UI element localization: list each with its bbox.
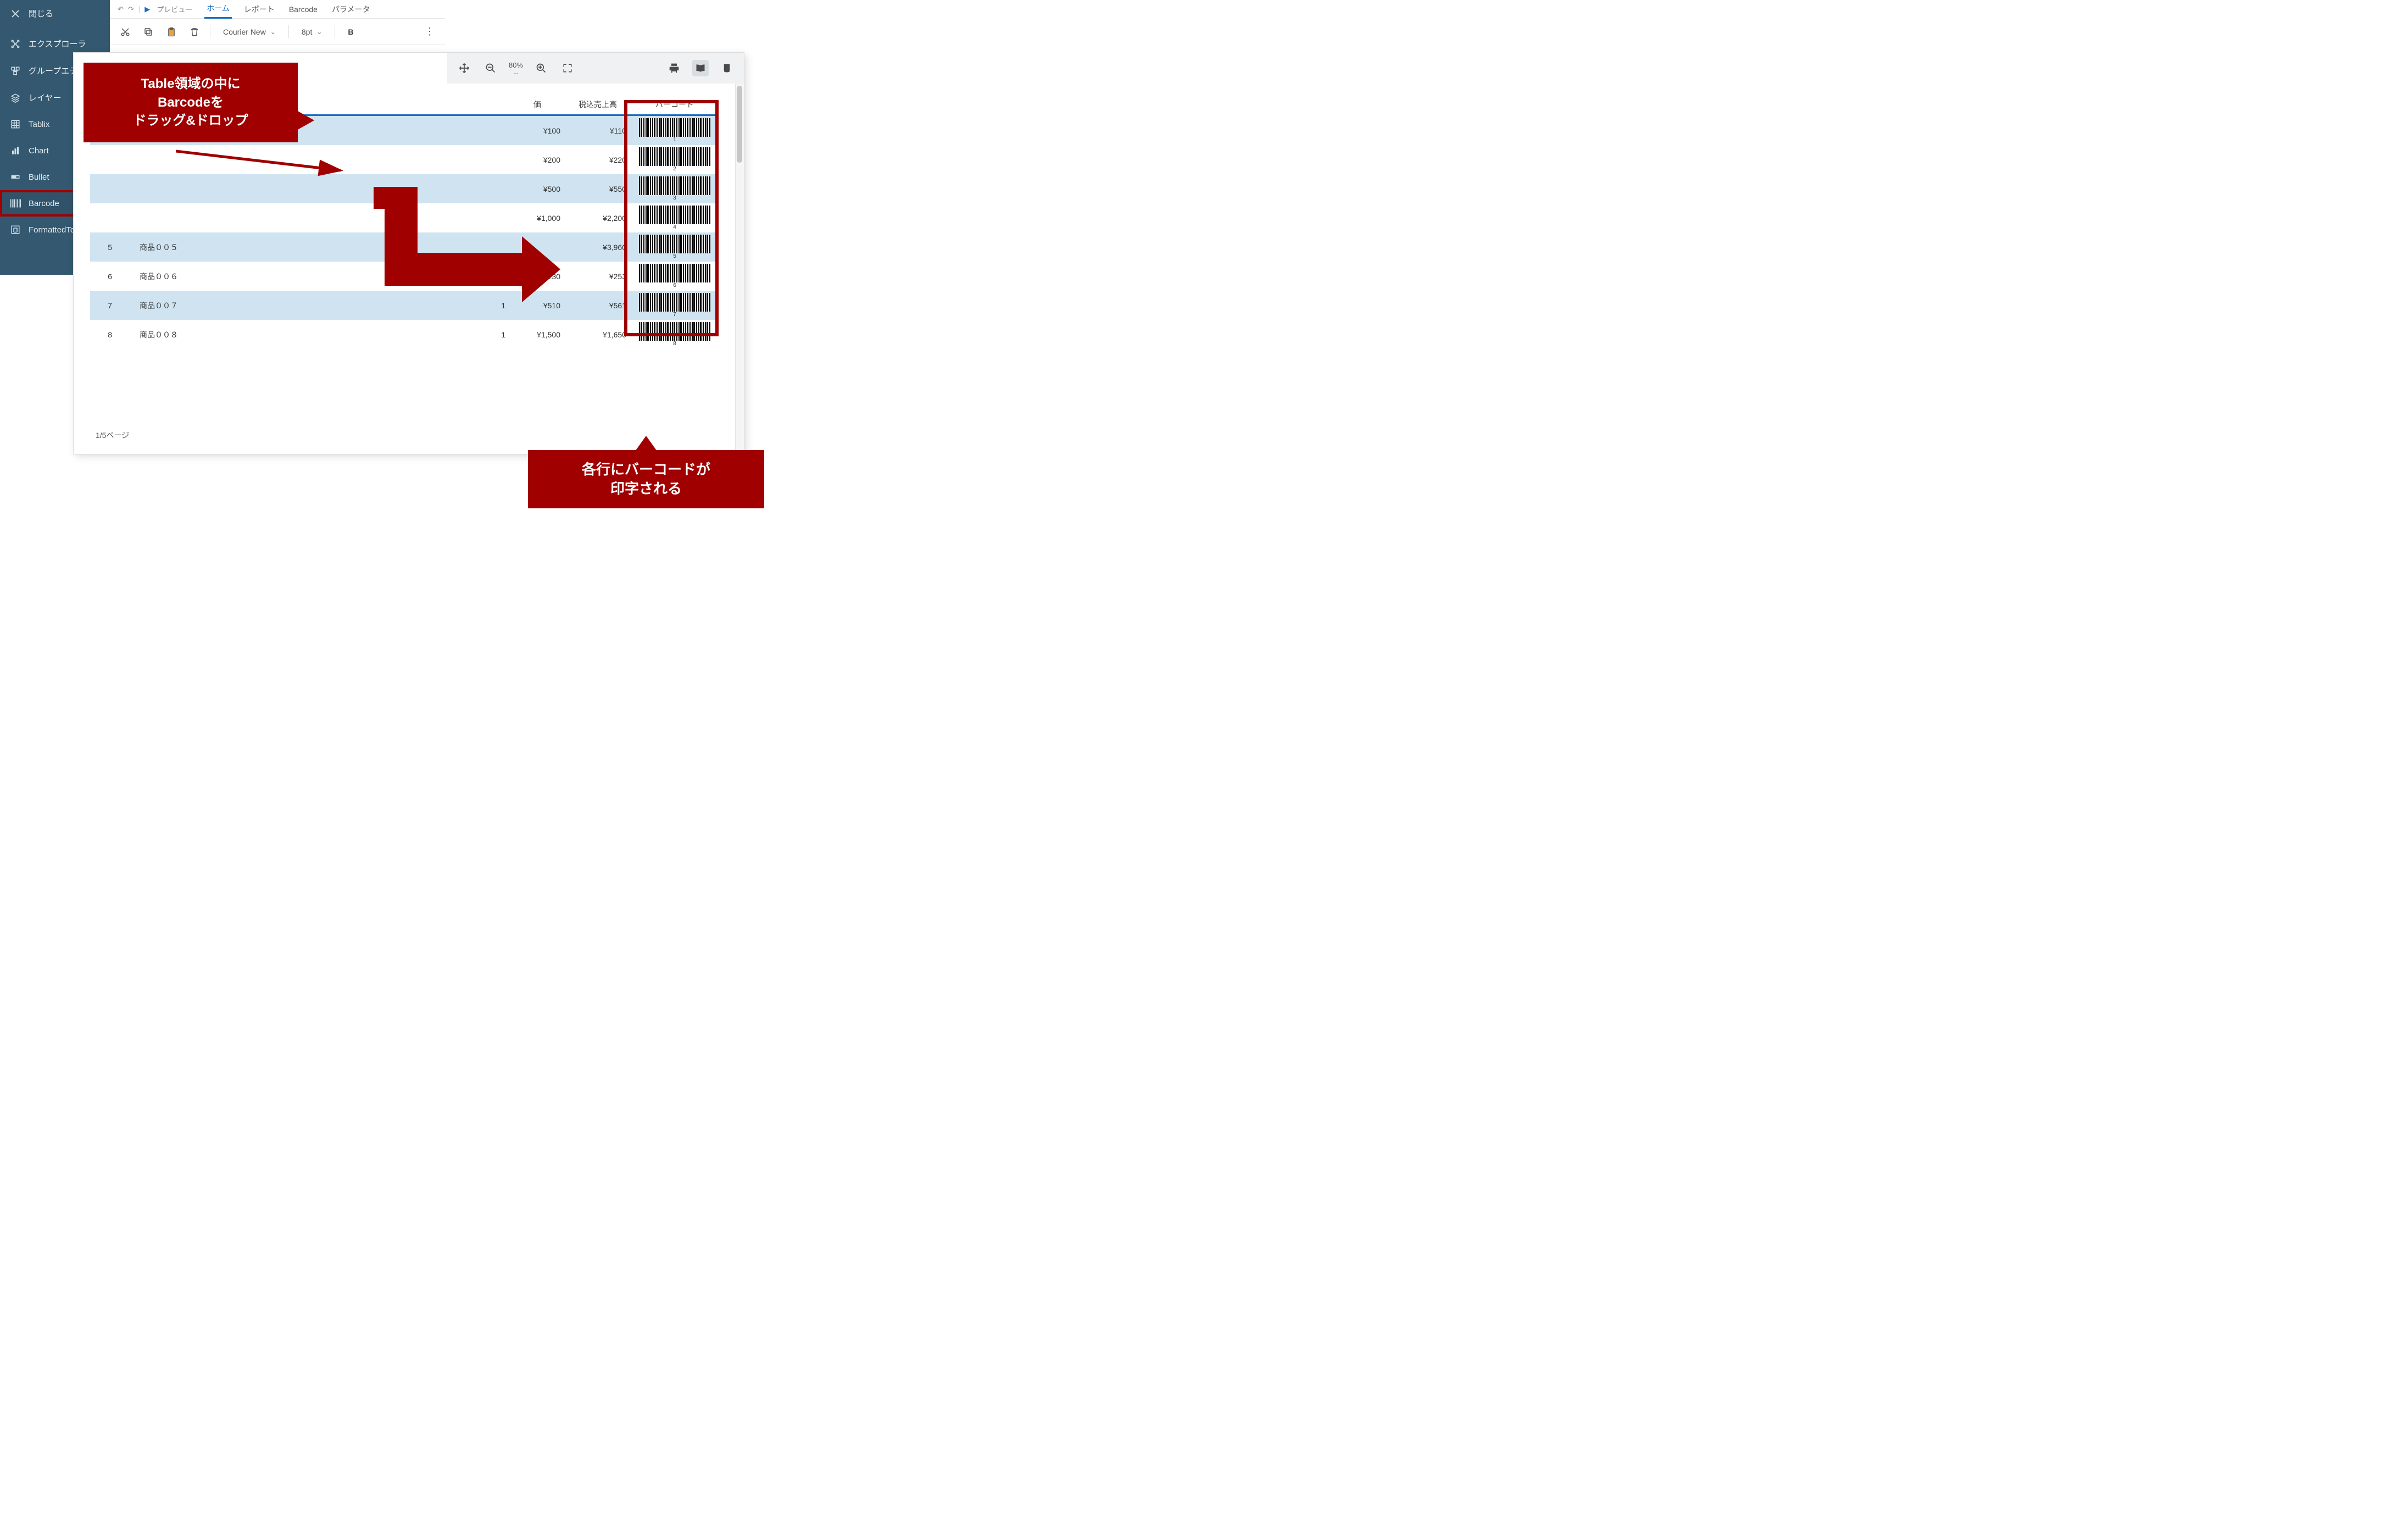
formattedtext-icon xyxy=(10,224,21,235)
format-toolbar: Courier New⌄ 8pt⌄ B ⋮ xyxy=(110,19,445,45)
scrollbar-thumb[interactable] xyxy=(737,86,742,163)
print-icon[interactable] xyxy=(666,60,682,76)
barcode-icon xyxy=(639,147,710,166)
col-barcode: バーコード xyxy=(631,95,719,115)
redo-icon[interactable]: ↷ xyxy=(128,5,134,14)
barcode-cell: 3 xyxy=(631,174,719,203)
tab-preview[interactable]: プレビュー xyxy=(154,1,194,18)
barcode-icon xyxy=(10,198,21,209)
sidebar-item-label: Tablix xyxy=(29,120,49,129)
col-taxsales: 税込売上高 xyxy=(565,95,631,115)
tab-home[interactable]: ホーム xyxy=(204,0,232,19)
explorer-icon xyxy=(10,38,21,49)
barcode-icon xyxy=(639,264,710,282)
barcode-cell: 7 xyxy=(631,291,719,320)
preview-toolbar: 80%… xyxy=(447,53,744,84)
sidebar-item-label: エクスプローラ xyxy=(29,38,86,49)
barcode-cell: 6 xyxy=(631,262,719,291)
tab-barcode[interactable]: Barcode xyxy=(287,2,320,17)
chevron-down-icon: ⌄ xyxy=(316,28,322,36)
galley-icon[interactable] xyxy=(719,60,735,76)
chart-icon xyxy=(10,145,21,156)
book-icon[interactable] xyxy=(692,60,709,76)
zoom-in-icon[interactable] xyxy=(533,60,549,76)
font-select[interactable]: Courier New⌄ xyxy=(218,25,281,39)
barcode-icon xyxy=(639,176,710,195)
group-icon xyxy=(10,65,21,76)
barcode-icon xyxy=(639,293,710,312)
scrollbar[interactable] xyxy=(735,53,744,454)
tablix-icon xyxy=(10,119,21,130)
barcode-icon xyxy=(639,206,710,224)
callout-drag-drop: Table領域の中に Barcodeを ドラッグ&ドロップ xyxy=(84,63,298,142)
undo-icon[interactable]: ↶ xyxy=(118,5,124,14)
fontsize-select[interactable]: 8pt⌄ xyxy=(297,25,327,39)
bullet-icon xyxy=(10,171,21,182)
chevron-down-icon: ⌄ xyxy=(270,28,276,36)
paste-icon[interactable] xyxy=(164,24,179,40)
top-tabs: ↶ ↷ | ▶ プレビュー ホーム レポート Barcode パラメータ xyxy=(110,0,445,19)
close-button[interactable]: 閉じる xyxy=(0,0,110,27)
layers-icon xyxy=(10,92,21,103)
play-icon[interactable]: ▶ xyxy=(144,5,150,14)
table-row: ¥200¥2202 xyxy=(90,145,719,174)
tab-parameter[interactable]: パラメータ xyxy=(330,1,372,18)
table-row: 8商品００８1¥1,500¥1,6508 xyxy=(90,320,719,349)
sidebar-item-label: Chart xyxy=(29,146,49,156)
col-price: 価 xyxy=(510,95,565,115)
bold-button[interactable]: B xyxy=(343,24,358,40)
tab-report[interactable]: レポート xyxy=(242,1,277,18)
sidebar-item-label: Bullet xyxy=(29,173,49,182)
delete-icon[interactable] xyxy=(187,24,202,40)
cut-icon[interactable] xyxy=(118,24,133,40)
barcode-cell: 1 xyxy=(631,115,719,146)
sidebar-item-label: レイヤー xyxy=(29,92,62,103)
barcode-cell: 8 xyxy=(631,320,719,349)
barcode-icon xyxy=(639,235,710,253)
zoom-level[interactable]: 80%… xyxy=(509,61,523,75)
more-icon[interactable]: ⋮ xyxy=(422,24,437,40)
barcode-icon xyxy=(639,322,710,341)
close-icon xyxy=(10,8,21,19)
copy-icon[interactable] xyxy=(141,24,156,40)
barcode-cell: 4 xyxy=(631,203,719,232)
move-icon[interactable] xyxy=(456,60,472,76)
callout-output: 各行にバーコードが 印字される xyxy=(528,450,764,508)
sidebar-item-label: Barcode xyxy=(29,199,59,208)
barcode-icon xyxy=(639,118,710,137)
barcode-cell: 5 xyxy=(631,232,719,262)
barcode-cell: 2 xyxy=(631,145,719,174)
fullscreen-icon[interactable] xyxy=(559,60,576,76)
zoom-out-icon[interactable] xyxy=(482,60,499,76)
page-indicator: 1/5ページ xyxy=(96,430,129,441)
big-arrow xyxy=(357,187,560,308)
close-label: 閉じる xyxy=(29,8,53,19)
